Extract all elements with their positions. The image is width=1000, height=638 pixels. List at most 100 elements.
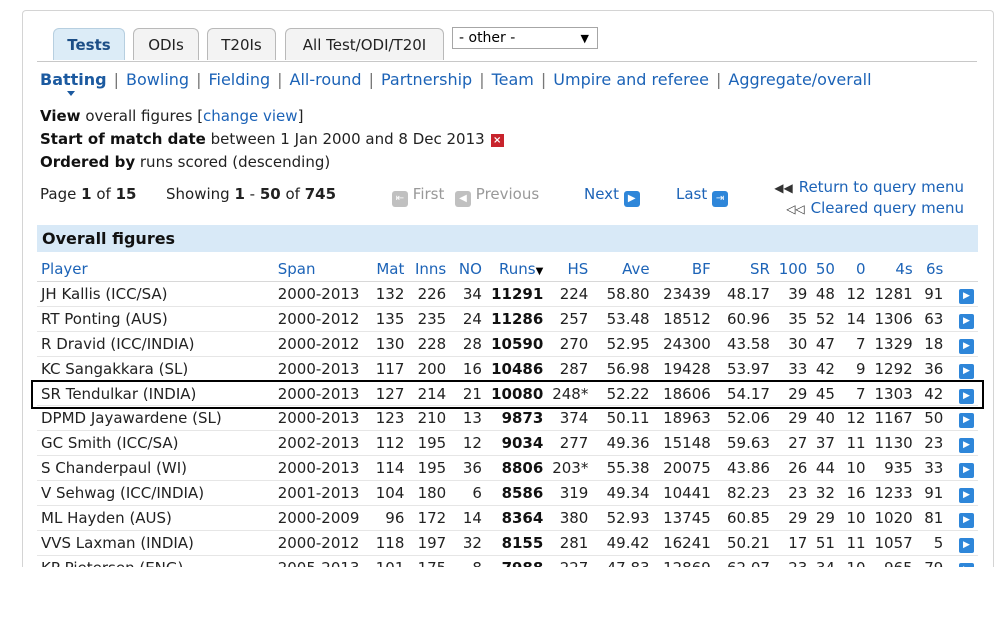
- tab-all-formats[interactable]: All Test/ODI/T20I: [285, 28, 444, 60]
- query-view-line: View overall figures [change view]: [40, 107, 304, 125]
- cell-player[interactable]: S Chanderpaul (WI): [37, 455, 274, 482]
- cell-player[interactable]: KP Pietersen (ENG): [37, 555, 274, 567]
- page-indicator: Page 1 of 15: [40, 185, 137, 203]
- return-query-link[interactable]: ◀◀ Return to query menu: [774, 177, 964, 198]
- cell-4s: 965: [869, 555, 917, 567]
- order-label: Ordered by: [40, 153, 136, 171]
- cell-runs: 10080: [485, 381, 548, 407]
- column-header-hs[interactable]: HS: [547, 257, 593, 282]
- tab-tests[interactable]: Tests: [53, 28, 125, 60]
- previous-page-button[interactable]: ◀ Previous: [455, 185, 539, 207]
- cell-ave: 47.83: [592, 555, 654, 567]
- cell-span: 2000-2013: [273, 381, 368, 407]
- cell-4s: 1303: [869, 381, 917, 407]
- cell-player[interactable]: JH Kallis (ICC/SA): [37, 281, 274, 307]
- nav-all-round[interactable]: All-round: [290, 70, 362, 89]
- nav-batting[interactable]: Batting: [40, 70, 107, 89]
- cell-player[interactable]: GC Smith (ICC/SA): [37, 430, 274, 457]
- column-header-100[interactable]: 100: [773, 257, 812, 282]
- row-detail-button[interactable]: ▶: [947, 455, 978, 482]
- row-detail-button[interactable]: ▶: [947, 405, 978, 432]
- first-page-button[interactable]: ⇤ First: [392, 185, 444, 207]
- row-detail-button[interactable]: ▶: [947, 381, 978, 407]
- cell-no: 21: [450, 381, 486, 407]
- nav-fielding[interactable]: Fielding: [208, 70, 270, 89]
- column-header-ave[interactable]: Ave: [592, 257, 654, 282]
- cell-player[interactable]: DPMD Jayawardene (SL): [37, 405, 274, 432]
- cell-player[interactable]: VVS Laxman (INDIA): [37, 530, 274, 556]
- row-detail-button[interactable]: ▶: [947, 306, 978, 332]
- cell-sr: 62.07: [714, 555, 774, 567]
- change-view-link[interactable]: change view: [203, 107, 298, 125]
- row-detail-button[interactable]: ▶: [947, 331, 978, 357]
- row-detail-button[interactable]: ▶: [947, 356, 978, 382]
- column-header-sr[interactable]: SR: [714, 257, 774, 282]
- column-header-0[interactable]: 0: [838, 257, 870, 282]
- cleared-icon: ◁◁: [786, 202, 805, 216]
- cell-no: 14: [450, 505, 486, 531]
- cell-runs: 11286: [485, 306, 548, 332]
- remove-filter-icon[interactable]: ×: [490, 134, 504, 147]
- column-header-span[interactable]: Span: [273, 257, 368, 282]
- nav-bowling[interactable]: Bowling: [126, 70, 189, 89]
- cell-hs: 248*: [547, 381, 593, 407]
- cell-sr: 50.21: [714, 530, 774, 556]
- cell-player[interactable]: V Sehwag (ICC/INDIA): [37, 480, 274, 507]
- row-detail-button[interactable]: ▶: [947, 555, 978, 567]
- cell-player[interactable]: R Dravid (ICC/INDIA): [37, 331, 274, 357]
- cell-6s: 18: [916, 331, 948, 357]
- cell-mat: 132: [367, 281, 409, 307]
- nav-umpire-referee[interactable]: Umpire and referee: [553, 70, 709, 89]
- active-nav-caret-icon: [67, 91, 75, 96]
- cell-6s: 91: [916, 281, 948, 307]
- table-row: V Sehwag (ICC/INDIA) 2001-2013 104 180 6 8586…: [37, 480, 978, 507]
- cell-span: 2000-2013: [273, 405, 368, 432]
- column-header-no[interactable]: NO: [450, 257, 486, 282]
- last-page-button[interactable]: Last ⇥: [676, 185, 729, 207]
- cell-4s: 1281: [869, 281, 917, 307]
- row-detail-button[interactable]: ▶: [947, 480, 978, 507]
- table-row: GC Smith (ICC/SA) 2002-2013 112 195 12 9034 27…: [37, 430, 978, 457]
- column-header-mat[interactable]: Mat: [367, 257, 409, 282]
- tab-odis[interactable]: ODIs: [133, 28, 199, 60]
- cell-50: 47: [811, 331, 839, 357]
- nav-aggregate[interactable]: Aggregate/overall: [728, 70, 871, 89]
- cell-player[interactable]: KC Sangakkara (SL): [37, 356, 274, 382]
- cell-6s: 5: [916, 530, 948, 556]
- row-detail-button[interactable]: ▶: [947, 281, 978, 307]
- column-header-bf[interactable]: BF: [653, 257, 715, 282]
- column-header-6s[interactable]: 6s: [916, 257, 948, 282]
- cell-ave: 49.42: [592, 530, 654, 556]
- cell-inns: 200: [408, 356, 451, 382]
- cell-mat: 127: [367, 381, 409, 407]
- row-detail-button[interactable]: ▶: [947, 430, 978, 457]
- cleared-query-link[interactable]: ◁◁ Cleared query menu: [774, 198, 964, 219]
- table-row: VVS Laxman (INDIA) 2000-2012 118 197 32 8155 2…: [37, 530, 978, 556]
- next-page-button[interactable]: Next ▶: [584, 185, 640, 207]
- query-order-line: Ordered by runs scored (descending): [40, 153, 330, 171]
- column-header-4s[interactable]: 4s: [869, 257, 917, 282]
- cell-mat: 118: [367, 530, 409, 556]
- table-row: KC Sangakkara (SL) 2000-2013 117 200 16 10486…: [37, 356, 978, 382]
- row-detail-button[interactable]: ▶: [947, 505, 978, 531]
- row-detail-button[interactable]: ▶: [947, 530, 978, 556]
- cell-player[interactable]: RT Ponting (AUS): [37, 306, 274, 332]
- column-header-runs[interactable]: Runs▼: [485, 257, 548, 282]
- tab-t20is[interactable]: T20Is: [207, 28, 276, 60]
- column-header-player[interactable]: Player: [37, 257, 274, 282]
- cell-inns: 175: [408, 555, 451, 567]
- column-header-inns[interactable]: Inns: [408, 257, 451, 282]
- cell-player[interactable]: SR Tendulkar (INDIA): [37, 381, 274, 407]
- cell-hs: 287: [547, 356, 593, 382]
- nav-separator: |: [196, 70, 202, 89]
- cell-runs: 9034: [485, 430, 548, 457]
- cell-player[interactable]: ML Hayden (AUS): [37, 505, 274, 531]
- cell-100: 27: [773, 430, 812, 457]
- other-select[interactable]: - other - ▼: [452, 27, 598, 49]
- column-header-50[interactable]: 50: [811, 257, 839, 282]
- table-row: S Chanderpaul (WI) 2000-2013 114 195 36 8806 2…: [37, 455, 978, 482]
- nav-partnership[interactable]: Partnership: [381, 70, 472, 89]
- cell-bf: 16241: [653, 530, 715, 556]
- nav-team[interactable]: Team: [492, 70, 534, 89]
- cell-50: 40: [811, 405, 839, 432]
